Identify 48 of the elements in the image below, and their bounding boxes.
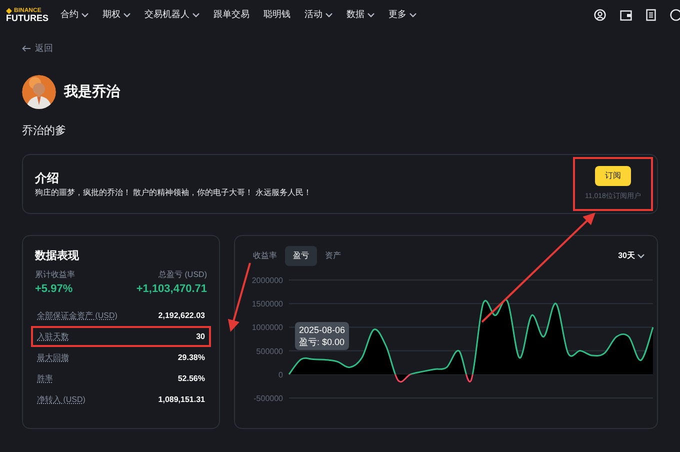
nav-menu-item[interactable]: 合约 [60,8,88,22]
roi-value: +5.97% [35,282,73,296]
metric-label: 胜率 [37,372,53,384]
chart-tab[interactable]: 收益率 [245,246,285,266]
metric-value: 52.56% [178,372,205,384]
chevron-down-icon [637,252,645,260]
metric-value: 29.38% [178,352,205,364]
metric-label: 最大回撤 [37,352,69,364]
nav-menu-item[interactable]: 交易机器人 [144,8,200,22]
nav-menu-item[interactable]: 期权 [102,8,130,22]
user-icon[interactable] [594,9,606,21]
back-link[interactable]: 返回 [22,42,658,56]
intro-title: 介绍 [35,170,60,187]
metric-label: 全部保证金资产 (USD) [37,310,118,322]
nav-menu-item[interactable]: 更多 [388,8,416,22]
axis-label: 500000 [256,346,283,356]
nav-menu-item[interactable]: 跟单交易 [214,8,250,22]
metric-value: 1,089,151.31 [158,394,205,406]
performance-title: 数据表现 [34,248,80,264]
pnl-value: +1,103,470.71 [136,282,207,296]
axis-label: -500000 [254,394,283,402]
intro-text: 狗庄的噩梦，疯批的乔治！ 散户的精神领袖，你的电子大哥！ 永远服务人民！ [35,187,312,199]
metric-label: 净转入 (USD) [37,394,86,406]
axis-label: 1500000 [252,300,283,309]
diamond-icon [6,8,12,14]
document-icon[interactable] [646,9,656,21]
metric-value: 2,192,622.03 [158,310,205,322]
arrow-left-icon [22,45,31,52]
nav-menu-item[interactable]: 聪明钱 [264,8,290,22]
axis-label: 0 [278,370,283,380]
axis-label: 2000000 [252,276,283,285]
annotation-arrow [228,262,251,332]
profile-bio: 乔治的爹 [22,124,67,138]
nav-menu-item[interactable]: 活动 [304,8,332,22]
metric-label: 入驻天数 [37,330,69,342]
roi-label: 累计收益率 [35,268,75,280]
pnl-label: 总盈亏 (USD) [158,268,207,280]
tooltip-value: 盈亏: $0.00 [299,336,346,348]
tooltip-date: 2025-08-06 [299,324,346,336]
metric-value: 30 [196,330,205,342]
axis-label: 1000000 [252,323,283,332]
profile-name: 我是乔治 [64,82,120,101]
nav-menu-item[interactable]: 数据 [346,8,374,22]
chart-tab[interactable]: 盈亏 [285,246,317,266]
range-dropdown[interactable]: 30天 [618,250,645,262]
wallet-icon[interactable] [620,10,632,20]
subscribe-button[interactable]: 订阅 [595,166,631,186]
chart-tab[interactable]: 资产 [317,246,349,266]
